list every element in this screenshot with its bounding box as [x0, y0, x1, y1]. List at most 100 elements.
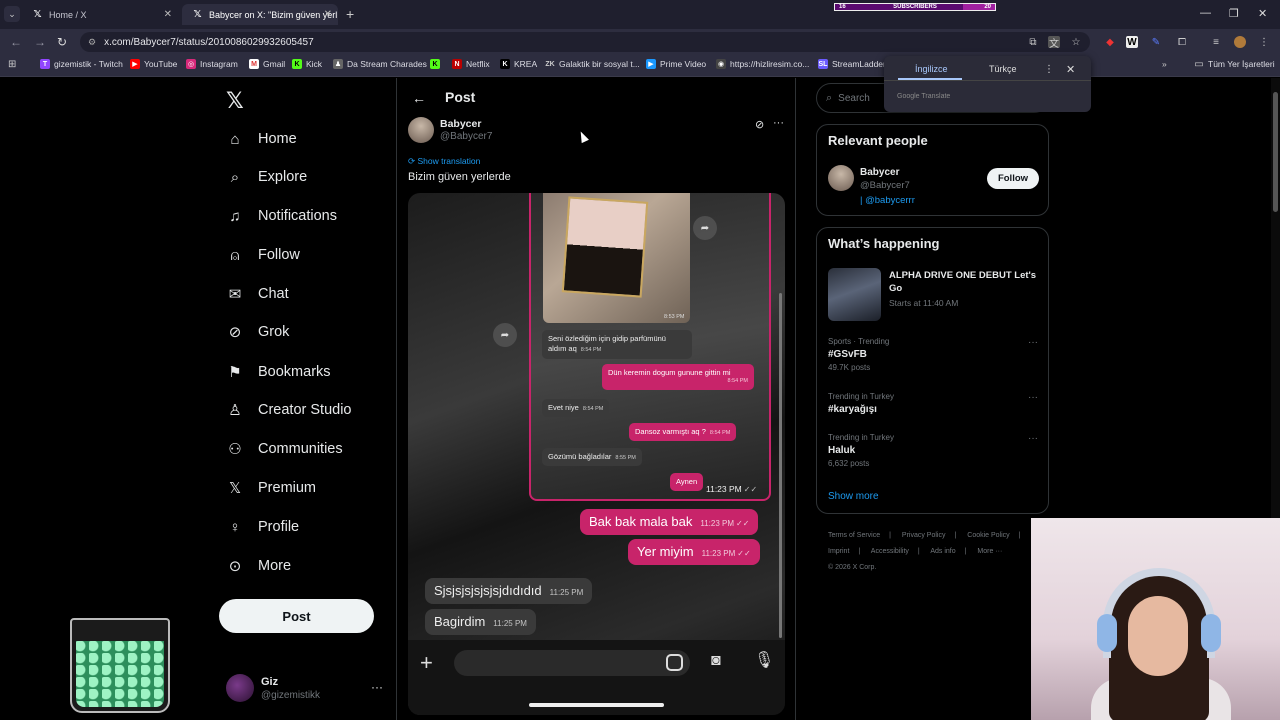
- footer-link[interactable]: Accessibility: [871, 548, 909, 555]
- footer-link[interactable]: Imprint: [828, 548, 849, 555]
- back-arrow-icon[interactable]: ←: [412, 90, 426, 106]
- nav-more[interactable]: ⊙ More: [226, 554, 291, 578]
- footer-link[interactable]: More ···: [977, 548, 1002, 555]
- extension-icon[interactable]: W: [1126, 36, 1138, 48]
- browser-menu-icon[interactable]: ⋮: [1258, 36, 1270, 48]
- author-handle[interactable]: @Babycer7: [440, 131, 492, 142]
- close-window-icon[interactable]: ✕: [1258, 7, 1267, 20]
- footer-link[interactable]: Ads info: [930, 548, 955, 555]
- more-icon[interactable]: ···: [773, 117, 784, 129]
- browser-tab-post[interactable]: 𝕏 Babycer on X: "Bizim güven yerl ✕: [182, 4, 338, 25]
- close-tab-icon[interactable]: ✕: [164, 9, 172, 20]
- nav-grok[interactable]: ⊘ Grok: [226, 320, 290, 344]
- event-title[interactable]: ALPHA DRIVE ONE DEBUT Let's Go: [889, 270, 1039, 296]
- nav-home[interactable]: ⌂ Home: [226, 127, 296, 151]
- follow-button[interactable]: Follow: [987, 168, 1039, 189]
- galaktik-icon: ZK: [545, 60, 555, 68]
- person-bio-link[interactable]: | @babycerrr: [860, 195, 915, 206]
- avatar[interactable]: [408, 117, 434, 143]
- event-thumbnail[interactable]: [828, 268, 881, 321]
- site-info-icon[interactable]: ⚙: [88, 37, 96, 48]
- nav-creator-studio[interactable]: ♙ Creator Studio: [226, 398, 351, 422]
- back-icon[interactable]: ←: [10, 35, 22, 49]
- new-tab-icon[interactable]: +: [346, 6, 354, 22]
- trend-item[interactable]: Trending in Turkey #karyağışı ···: [828, 392, 1038, 415]
- panel-title: What’s happening: [828, 236, 940, 251]
- trend-item[interactable]: Trending in Turkey Haluk 6,632 posts ···: [828, 433, 1038, 468]
- nav-explore[interactable]: ⌕ Explore: [226, 165, 307, 189]
- bookmark-stream-charades[interactable]: ♟ Da Stream Charades: [333, 59, 427, 69]
- grok-icon[interactable]: ⊘: [755, 118, 764, 131]
- headset-earcup: [1097, 614, 1117, 652]
- nav-notifications[interactable]: ♫ Notifications: [226, 204, 337, 228]
- nav-communities[interactable]: ⚇ Communities: [226, 437, 342, 461]
- reload-icon[interactable]: ↻: [57, 35, 67, 49]
- bookmark-galaktik[interactable]: ZK Galaktik bir sosyal t...: [545, 59, 639, 69]
- author-name[interactable]: Babycer: [440, 118, 481, 130]
- sticker-icon: [666, 654, 683, 671]
- avatar[interactable]: [828, 165, 854, 191]
- nav-profile[interactable]: ♀ Profile: [226, 515, 299, 539]
- bookmarks-overflow-icon[interactable]: »: [1162, 59, 1167, 69]
- bookmark-prime-video[interactable]: ▶ Prime Video: [646, 59, 706, 69]
- restore-icon[interactable]: ❐: [1229, 7, 1239, 20]
- footer-link[interactable]: Cookie Policy: [967, 532, 1009, 539]
- post-media-image[interactable]: 8:53 PM ➦ ➦ Seni özlediğim için gidip pa…: [408, 193, 785, 715]
- more-icon[interactable]: ···: [1028, 392, 1038, 403]
- bookmark-hizliresim[interactable]: ◉ https://hizliresim.co...: [716, 59, 809, 69]
- show-translation-link[interactable]: ⟳ Show translation: [408, 156, 480, 167]
- forward-icon: ➦: [493, 323, 517, 347]
- bookmark-streamladder[interactable]: SL StreamLadder: [818, 59, 886, 69]
- minimize-icon[interactable]: —: [1200, 7, 1211, 19]
- extensions-puzzle-icon[interactable]: ⧠: [1176, 36, 1188, 48]
- close-icon[interactable]: ✕: [1066, 63, 1075, 76]
- bookmark-youtube[interactable]: ▶ YouTube: [130, 59, 177, 69]
- profile-avatar-icon[interactable]: [1234, 36, 1246, 48]
- footer-link[interactable]: Privacy Policy: [902, 532, 946, 539]
- post-button[interactable]: Post: [219, 599, 374, 633]
- bookmark-kick-2[interactable]: K: [430, 59, 444, 69]
- person-name[interactable]: Babycer: [860, 167, 899, 178]
- bookmark-twitch[interactable]: Tgizemistik - Twitch: [40, 59, 123, 69]
- browser-tab-home[interactable]: 𝕏 Home / X ✕: [22, 4, 178, 25]
- bookmark-icon: ⚑: [228, 364, 242, 381]
- bookmark-netflix[interactable]: N Netflix: [452, 59, 490, 69]
- bookmark-star-icon[interactable]: ☆: [1070, 36, 1082, 48]
- more-icon[interactable]: ···: [371, 680, 383, 694]
- copyright: © 2026 X Corp.: [828, 564, 877, 571]
- camera-icon: ◙: [711, 652, 721, 669]
- more-icon[interactable]: ···: [1028, 433, 1038, 444]
- footer-link[interactable]: Terms of Service: [828, 532, 880, 539]
- home-icon: ⌂: [230, 130, 240, 148]
- extension-icon[interactable]: ✎: [1150, 36, 1162, 48]
- nav-premium[interactable]: 𝕏 Premium: [226, 476, 316, 500]
- nav-chat[interactable]: ✉ Chat: [226, 282, 289, 306]
- translate-from-tab[interactable]: İngilizce: [915, 64, 948, 74]
- address-bar[interactable]: ⚙ x.com/Babycer7/status/2010086029932605…: [80, 32, 1090, 52]
- install-app-icon[interactable]: ⧉: [1027, 36, 1039, 48]
- forward-icon[interactable]: →: [34, 35, 46, 49]
- nav-bookmarks[interactable]: ⚑ Bookmarks: [226, 360, 330, 384]
- chat-bubble-outgoing: Dansoz varmıştı aq ? 8:54 PM: [629, 423, 737, 442]
- x-logo-icon[interactable]: 𝕏: [226, 88, 244, 114]
- tab-search-button[interactable]: ⌄: [4, 6, 20, 22]
- whats-happening-panel: What’s happening ALPHA DRIVE ONE DEBUT L…: [816, 227, 1049, 514]
- reading-list-icon[interactable]: ≡: [1210, 36, 1222, 48]
- account-switcher[interactable]: Giz @gizemistikk: [226, 674, 320, 702]
- translate-to-tab[interactable]: Türkçe: [989, 64, 1017, 74]
- extension-icon[interactable]: ◆: [1104, 36, 1116, 48]
- bookmark-instagram[interactable]: ◎ Instagram: [186, 59, 238, 69]
- more-options-icon[interactable]: ⋮: [1044, 64, 1054, 75]
- trend-item[interactable]: Sports · Trending #GSvFB 49.7K posts ···: [828, 337, 1038, 372]
- apps-grid-icon[interactable]: ⊞: [8, 59, 16, 70]
- scrollbar-thumb[interactable]: [1273, 92, 1278, 212]
- bookmark-krea[interactable]: K KREA: [500, 59, 537, 69]
- close-tab-icon[interactable]: ✕: [324, 9, 332, 20]
- more-icon[interactable]: ···: [1028, 337, 1038, 348]
- all-bookmarks-folder[interactable]: ▭ Tüm Yer İşaretleri: [1194, 59, 1274, 70]
- bookmark-kick[interactable]: K Kick: [292, 59, 322, 69]
- bookmark-gmail[interactable]: M Gmail: [249, 59, 285, 69]
- translate-icon[interactable]: 文: [1048, 36, 1060, 50]
- show-more-link[interactable]: Show more: [828, 491, 879, 502]
- nav-follow[interactable]: ⍝ Follow: [226, 243, 299, 267]
